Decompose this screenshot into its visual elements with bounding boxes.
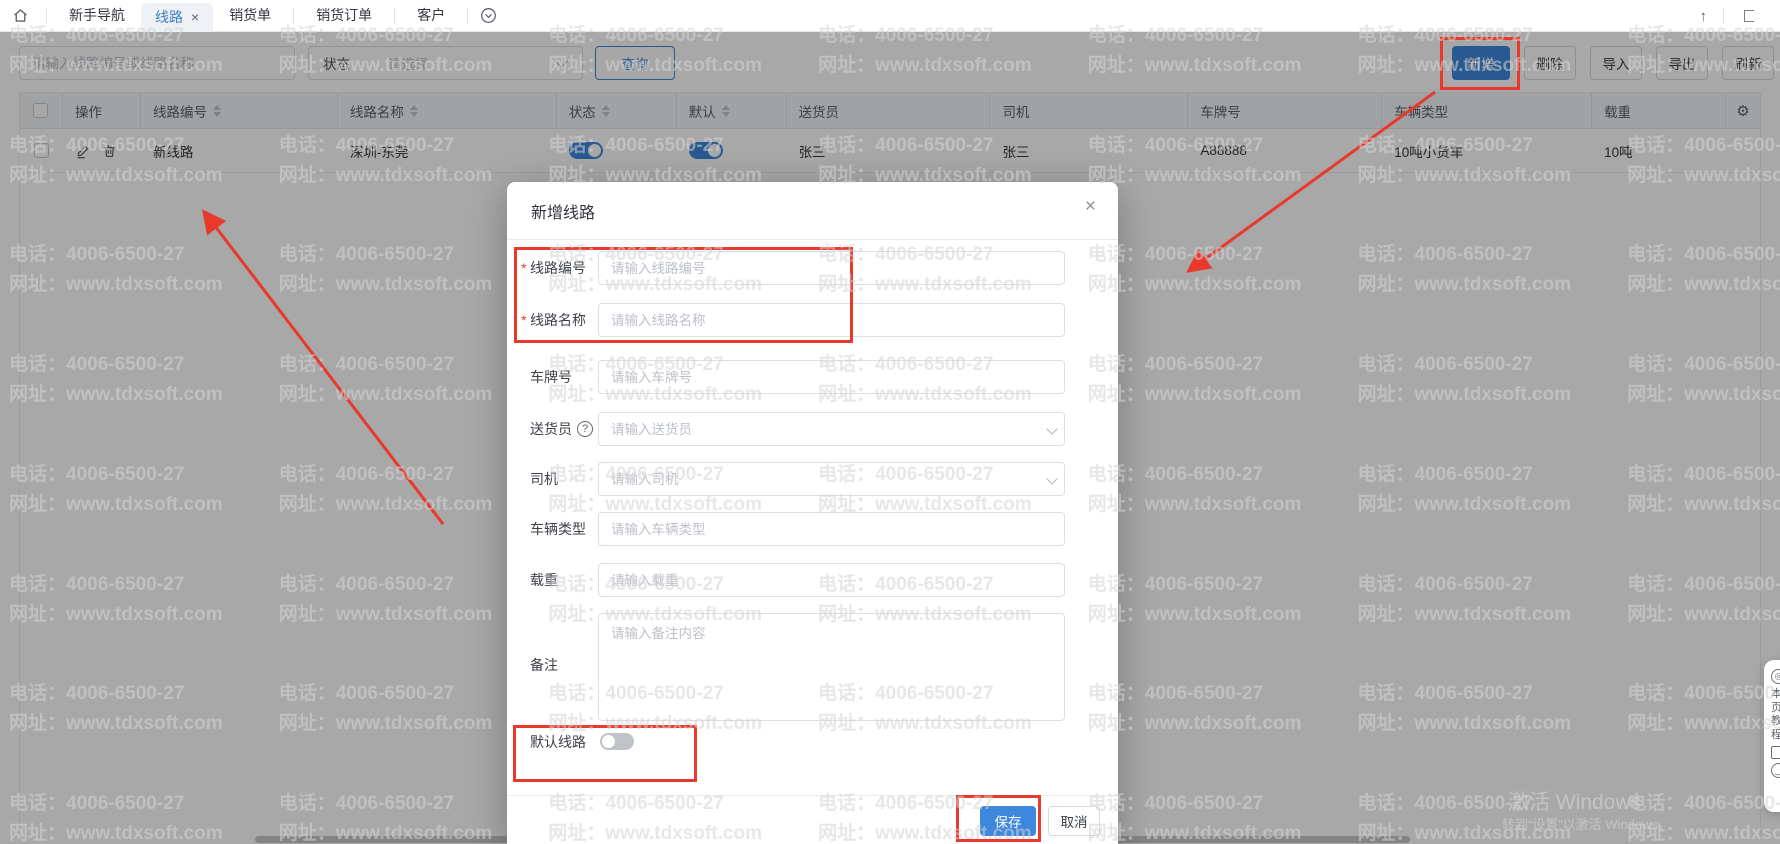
- field-label: 线路编号: [530, 251, 586, 285]
- field-vehicle-type: 车辆类型: [507, 512, 1118, 546]
- help-floating-widget[interactable]: ◎ 本页教程 ‿: [1764, 660, 1780, 812]
- app-screen: 新手导航 线路 × 销货单 销货订单 客户 ↑ 状态 请选择 查询 新增 删除 …: [0, 0, 1780, 844]
- field-route-code: * 线路编号: [507, 251, 1118, 285]
- support-icon[interactable]: ◎: [1771, 669, 1780, 684]
- required-asterisk: *: [521, 312, 526, 328]
- modal-title: 新增线路: [531, 199, 595, 223]
- divider: [1723, 8, 1724, 24]
- field-label-text: 送货员: [530, 419, 572, 439]
- field-default-route: 默认线路: [507, 732, 1118, 752]
- nav-right-tools: ↑: [1700, 0, 1755, 32]
- divider: [394, 8, 395, 24]
- driver-select[interactable]: [598, 462, 1065, 496]
- remark-textarea[interactable]: [598, 613, 1065, 721]
- top-nav: 新手导航 线路 × 销货单 销货订单 客户 ↑: [0, 0, 1780, 32]
- field-label: 备注: [530, 655, 558, 675]
- help-widget-vertical-label: 本页教程: [1771, 688, 1780, 742]
- field-label: 载重: [530, 563, 558, 597]
- field-label: 送货员 ?: [530, 412, 593, 446]
- layout-icon[interactable]: [1744, 10, 1754, 22]
- required-asterisk: *: [521, 260, 526, 276]
- field-load: 载重: [507, 563, 1118, 597]
- divider: [293, 8, 294, 24]
- add-route-modal: 新增线路 × * 线路编号 * 线路名称 车牌号 送货员 ? 司机: [507, 182, 1118, 844]
- modal-close-icon[interactable]: ×: [1085, 196, 1096, 218]
- modal-header: 新增线路 ×: [507, 182, 1118, 240]
- field-remark: 备注: [507, 613, 1118, 721]
- home-icon[interactable]: [0, 7, 40, 24]
- field-route-name: * 线路名称: [507, 303, 1118, 337]
- route-code-input[interactable]: [598, 251, 1065, 285]
- tab-list-dropdown-icon[interactable]: [480, 7, 497, 24]
- field-label: 车辆类型: [530, 512, 586, 546]
- nav-item-sales-order[interactable]: 销货单: [213, 0, 287, 31]
- field-label: 车牌号: [530, 360, 572, 394]
- cancel-button[interactable]: 取消: [1048, 806, 1100, 836]
- field-deliverer: 送货员 ?: [507, 412, 1118, 446]
- divider: [467, 8, 468, 24]
- tab-routes-label: 线路: [155, 7, 183, 27]
- save-button[interactable]: 保存: [980, 806, 1036, 836]
- collapse-up-icon[interactable]: ↑: [1700, 8, 1708, 25]
- divider: [46, 8, 47, 24]
- tab-close-icon[interactable]: ×: [191, 9, 199, 25]
- field-driver: 司机: [507, 462, 1118, 496]
- nav-item-guide[interactable]: 新手导航: [53, 0, 141, 31]
- plate-no-input[interactable]: [598, 360, 1065, 394]
- default-route-label: 默认线路: [530, 732, 586, 752]
- tab-routes[interactable]: 线路 ×: [141, 3, 213, 32]
- modal-footer-divider: [507, 795, 1118, 796]
- nav-item-sales-order-list[interactable]: 销货订单: [300, 0, 388, 31]
- route-name-input[interactable]: [598, 303, 1065, 337]
- nav-item-customers[interactable]: 客户: [401, 0, 461, 31]
- feedback-icon[interactable]: ‿: [1771, 763, 1780, 778]
- field-label: 线路名称: [530, 303, 586, 337]
- field-plate-no: 车牌号: [507, 360, 1118, 394]
- field-label: 司机: [530, 462, 558, 496]
- default-route-toggle[interactable]: [600, 733, 634, 750]
- vehicle-type-input[interactable]: [598, 512, 1065, 546]
- load-input[interactable]: [598, 563, 1065, 597]
- help-icon[interactable]: ?: [577, 421, 593, 437]
- doc-icon[interactable]: [1771, 746, 1780, 759]
- deliverer-select[interactable]: [598, 412, 1065, 446]
